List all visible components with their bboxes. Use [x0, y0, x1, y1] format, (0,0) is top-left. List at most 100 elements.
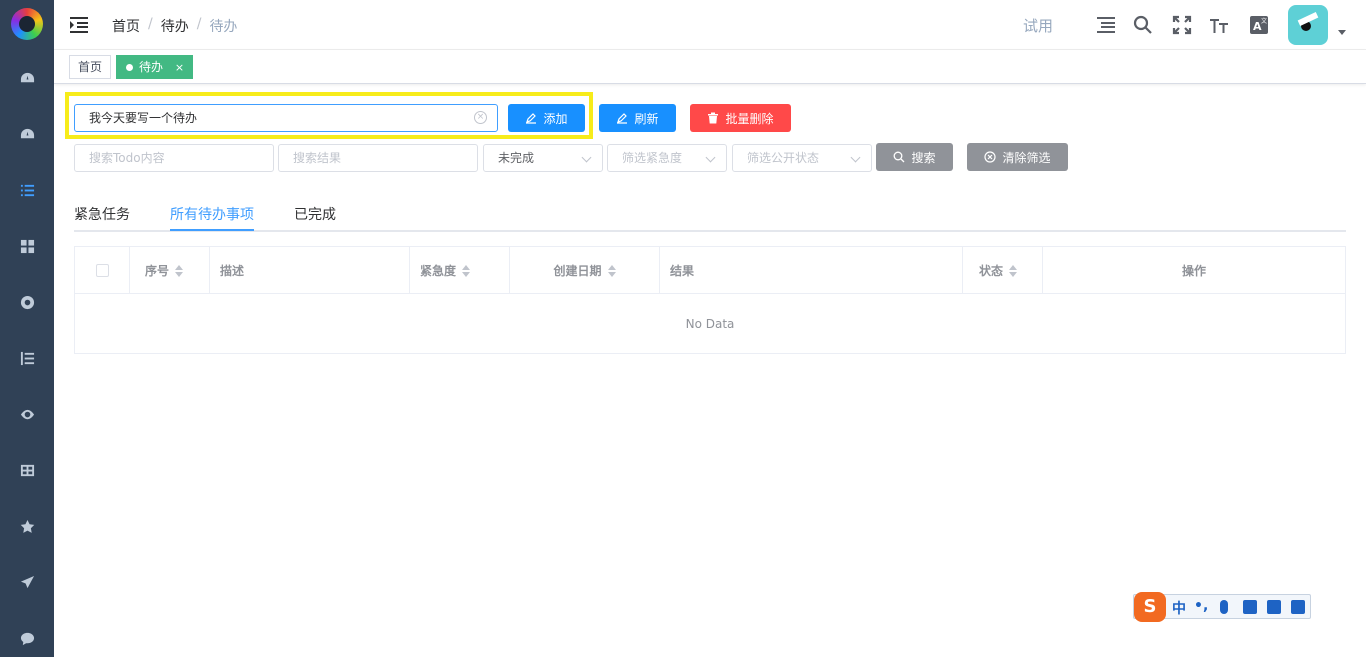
sidebar-item-view[interactable]: [0, 394, 54, 434]
tab-completed[interactable]: 已完成: [294, 204, 336, 224]
star-icon: [20, 519, 34, 533]
sort-icon[interactable]: [175, 264, 184, 277]
public-status-select[interactable]: 筛选公开状态: [732, 144, 872, 172]
sidebar-item-dashboard-2[interactable]: [0, 114, 54, 154]
sidebar-item-components[interactable]: [0, 226, 54, 266]
tab-all[interactable]: 所有待办事项: [170, 204, 254, 224]
dashboard-icon: [20, 72, 34, 82]
avatar[interactable]: [1288, 5, 1328, 45]
todo-input-value: 我今天要写一个待办: [89, 111, 198, 125]
breadcrumb-separator: /: [148, 16, 153, 32]
sidebar-item-favorites[interactable]: [0, 506, 54, 546]
column-header-index[interactable]: 序号: [130, 247, 210, 294]
tag-home[interactable]: 首页: [69, 55, 112, 79]
status-select[interactable]: 未完成: [483, 144, 603, 172]
search-icon: [894, 151, 905, 163]
trial-link[interactable]: 试用: [1023, 15, 1053, 36]
tags-view: 首页 待办 ×: [54, 50, 1366, 84]
column-header-label: 紧急度: [420, 264, 457, 278]
add-button-label: 添加: [543, 111, 568, 126]
tag-todo[interactable]: 待办 ×: [116, 55, 194, 79]
tab-active-bar: [170, 229, 254, 231]
clear-filter-button[interactable]: 清除筛选: [967, 143, 1068, 171]
breadcrumb-item-todo[interactable]: 待办: [161, 16, 189, 36]
translate-icon: A文: [1250, 16, 1268, 34]
edit-icon: [617, 113, 628, 124]
keyboard-icon[interactable]: [1243, 600, 1257, 614]
tag-label: 首页: [78, 60, 103, 74]
select-all-checkbox[interactable]: [95, 264, 109, 277]
ime-toolbar: S 中 •,: [1133, 592, 1311, 622]
table-header: 序号 描述 紧急度 创建日期 结果 状态 操作: [75, 247, 1345, 294]
todo-search-input[interactable]: 搜索Todo内容: [74, 144, 274, 172]
dashboard-icon: [20, 128, 34, 138]
todo-input[interactable]: 我今天要写一个待办 ×: [74, 104, 498, 132]
sidebar-item-send[interactable]: [0, 562, 54, 602]
sidebar-item-chat[interactable]: [0, 618, 54, 657]
sidebar-item-table[interactable]: [0, 450, 54, 490]
column-header-label: 序号: [145, 264, 170, 278]
urgency-select[interactable]: 筛选紧急度: [607, 144, 727, 172]
chevron-down-icon: [705, 152, 716, 163]
refresh-button-label: 刷新: [634, 111, 659, 126]
list-menu-icon: [1097, 17, 1115, 33]
result-search-input[interactable]: 搜索结果: [278, 144, 478, 172]
shirt-icon[interactable]: [1267, 600, 1281, 614]
add-button[interactable]: 添加: [508, 104, 585, 132]
column-header-label: 描述: [220, 264, 245, 278]
batch-delete-button[interactable]: 批量删除: [690, 104, 791, 132]
trash-icon: [708, 112, 719, 124]
sidebar: [0, 0, 54, 657]
status-select-value: 未完成: [498, 151, 535, 165]
search-filter-button-label: 搜索: [911, 150, 936, 165]
column-header-label: 创建日期: [553, 264, 602, 278]
breadcrumb-item-home[interactable]: 首页: [112, 16, 140, 36]
sidebar-item-help[interactable]: [0, 282, 54, 322]
todo-tabs: 紧急任务 所有待办事项 已完成: [74, 194, 1346, 232]
fullscreen-icon: [1172, 15, 1192, 35]
grid-icon: [20, 239, 34, 253]
column-header-actions: 操作: [1043, 247, 1345, 294]
refresh-button[interactable]: 刷新: [599, 104, 676, 132]
tab-urgent[interactable]: 紧急任务: [74, 204, 130, 224]
column-header-status[interactable]: 状态: [963, 247, 1043, 294]
app-logo[interactable]: [11, 8, 43, 40]
microphone-icon[interactable]: [1220, 600, 1228, 614]
apps-icon[interactable]: [1291, 600, 1305, 614]
font-size-icon: [1210, 19, 1228, 33]
public-status-placeholder: 筛选公开状态: [747, 151, 820, 165]
fullscreen-button[interactable]: [1172, 15, 1192, 35]
search-button[interactable]: [1133, 15, 1153, 35]
ime-punctuation[interactable]: •,: [1194, 598, 1208, 614]
sort-icon[interactable]: [462, 264, 471, 277]
column-header-label: 结果: [670, 264, 695, 278]
sidebar-item-tree[interactable]: [0, 338, 54, 378]
sidebar-item-todo[interactable]: [0, 170, 54, 210]
chevron-down-icon[interactable]: [1338, 30, 1346, 35]
language-button[interactable]: A文: [1249, 15, 1269, 35]
column-header-label: 状态: [979, 264, 1004, 278]
column-header-urgency[interactable]: 紧急度: [410, 247, 510, 294]
sidebar-item-dashboard[interactable]: [0, 58, 54, 98]
clear-icon[interactable]: ×: [474, 111, 487, 124]
sort-icon[interactable]: [1009, 264, 1018, 277]
chevron-down-icon: [581, 152, 592, 163]
column-header-label: 操作: [1181, 264, 1206, 278]
eye-icon: [20, 409, 34, 419]
paper-plane-icon: [20, 575, 34, 588]
svg-text:文: 文: [1261, 17, 1267, 25]
close-icon[interactable]: ×: [175, 61, 184, 74]
ime-mode[interactable]: 中: [1172, 598, 1186, 618]
sogou-logo[interactable]: S: [1134, 592, 1166, 622]
font-size-button[interactable]: [1209, 15, 1229, 35]
column-header-result: 结果: [660, 247, 963, 294]
search-filter-button[interactable]: 搜索: [876, 143, 953, 171]
sort-icon[interactable]: [607, 264, 616, 277]
column-header-description: 描述: [210, 247, 410, 294]
todo-search-placeholder: 搜索Todo内容: [89, 151, 165, 165]
breadcrumb: 首页 / 待办 / 待办: [112, 16, 237, 36]
column-header-created[interactable]: 创建日期: [510, 247, 660, 294]
hamburger-icon[interactable]: [70, 16, 88, 34]
todo-table: 序号 描述 紧急度 创建日期 结果 状态 操作 No Data: [74, 246, 1346, 354]
menu-search-button[interactable]: [1096, 15, 1116, 35]
